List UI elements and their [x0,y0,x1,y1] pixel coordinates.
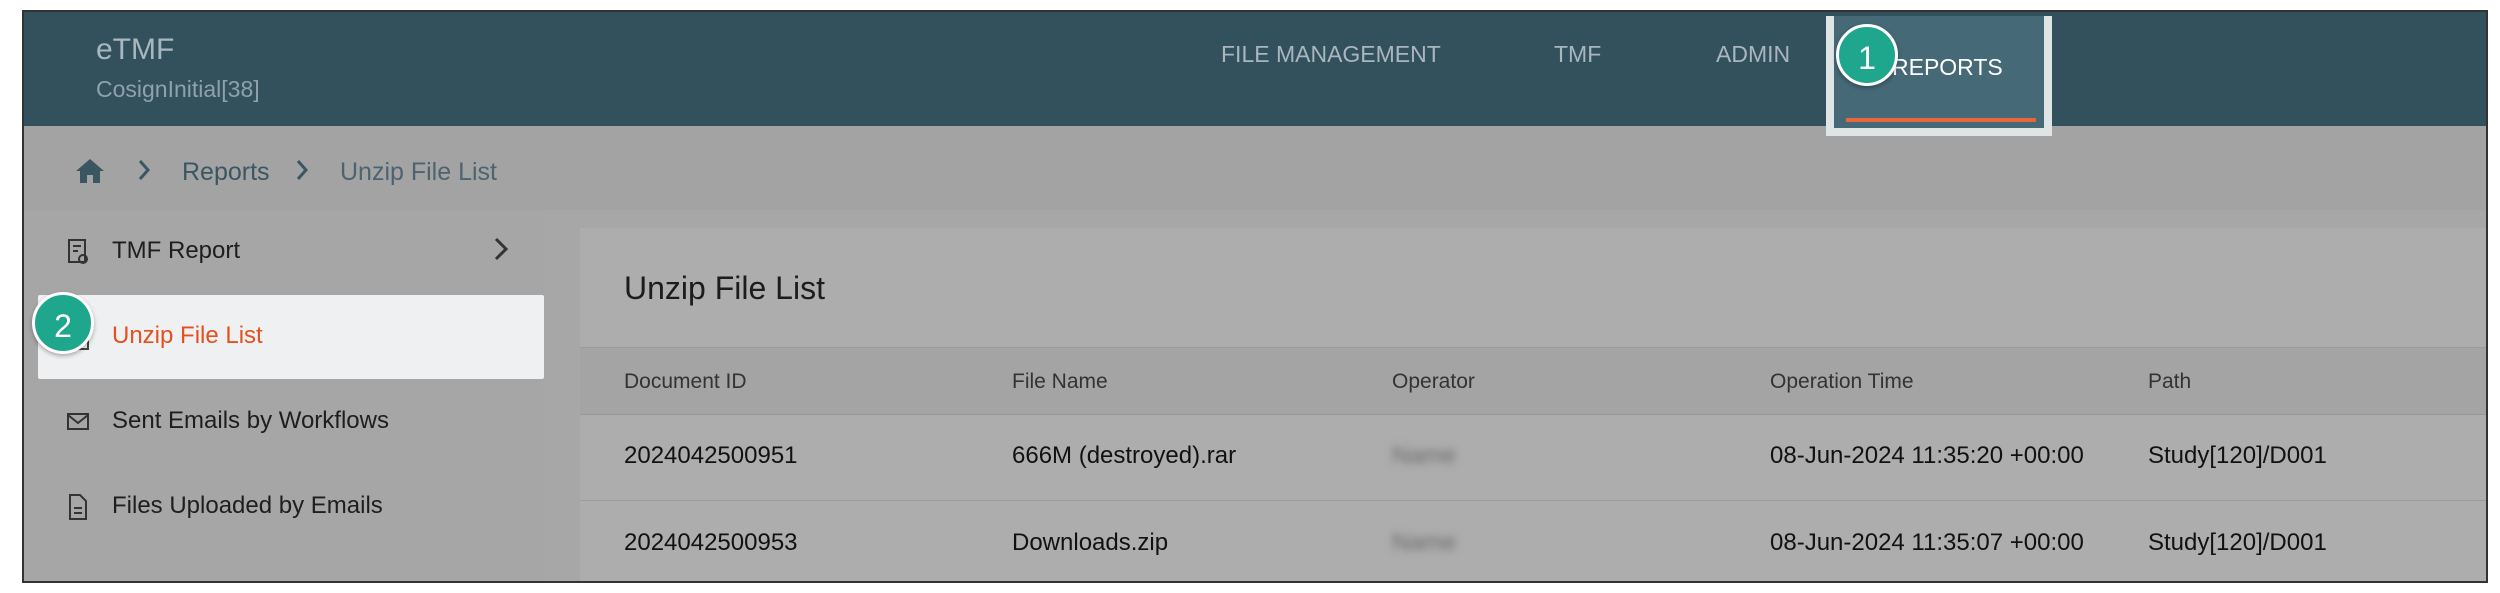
nav-file-management[interactable]: FILE MANAGEMENT [1221,41,1441,68]
sidebar-item-tmf-report[interactable]: TMF Report [24,210,544,294]
column-header[interactable]: Operation Time [1770,370,1914,394]
column-header[interactable]: Operator [1392,370,1475,394]
report-icon [68,239,88,264]
sidebar-item-label: Unzip File List [112,322,263,349]
breadcrumb: Reports Unzip File List [24,126,2486,210]
sidebar-item-unzip-file-list[interactable]: Unzip File List [38,295,544,379]
app-title: eTMF [96,33,175,66]
study-subtitle: CosignInitial[38] [96,76,260,102]
sidebar-item-files-uploaded[interactable]: Files Uploaded by Emails [24,465,544,549]
sidebar-item-label: Sent Emails by Workflows [112,407,389,434]
chevron-right-icon [296,160,309,180]
step-badge-1: 1 [1836,24,1898,86]
mail-icon [67,413,89,430]
table-header: Document ID File Name Operator Operation… [580,347,2486,415]
column-header[interactable]: Document ID [624,370,747,394]
page-title: Unzip File List [624,270,825,306]
table-row[interactable]: 2024042500953 Downloads.zip Name 08-Jun-… [580,501,2486,581]
cell-path: Study[120]/D001 [2148,529,2327,556]
nav-tmf[interactable]: TMF [1554,41,1601,68]
breadcrumb-reports[interactable]: Reports [182,158,270,187]
cell-operator: Name [1392,442,1457,469]
active-tab-indicator [1846,118,2036,122]
nav-admin[interactable]: ADMIN [1716,41,1790,68]
main-panel: Unzip File List Document ID File Name Op… [580,228,2486,581]
column-header[interactable]: File Name [1012,370,1108,394]
chevron-right-icon [494,237,509,261]
document-icon [69,494,87,520]
nav-reports[interactable]: REPORTS [1892,54,2003,81]
column-header[interactable]: Path [2148,370,2191,394]
cell-document-id: 2024042500951 [624,442,798,469]
top-navbar: eTMF CosignInitial[38] FILE MANAGEMENT T… [24,12,2486,126]
app-window: eTMF CosignInitial[38] FILE MANAGEMENT T… [22,10,2488,583]
sidebar-item-label: TMF Report [112,237,241,264]
cell-operation-time: 08-Jun-2024 11:35:07 +00:00 [1770,529,2084,556]
chevron-right-icon [138,160,151,180]
sidebar-item-sent-emails[interactable]: Sent Emails by Workflows [24,380,544,464]
cell-file-name: 666M (destroyed).rar [1012,442,1237,469]
brand: eTMF CosignInitial[38] [96,32,260,104]
cell-path: Study[120]/D001 [2148,442,2327,469]
cell-operator: Name [1392,529,1457,556]
cell-operation-time: 08-Jun-2024 11:35:20 +00:00 [1770,442,2084,469]
step-badge-2: 2 [32,292,94,354]
home-icon[interactable] [74,157,106,185]
sidebar-item-label: Files Uploaded by Emails [112,492,383,519]
breadcrumb-current: Unzip File List [340,158,497,186]
table-row[interactable]: 2024042500951 666M (destroyed).rar Name … [580,414,2486,501]
sidebar: TMF Report Unzip File List Sent Emails b… [24,210,544,581]
cell-file-name: Downloads.zip [1012,529,1169,556]
cell-document-id: 2024042500953 [624,529,798,556]
